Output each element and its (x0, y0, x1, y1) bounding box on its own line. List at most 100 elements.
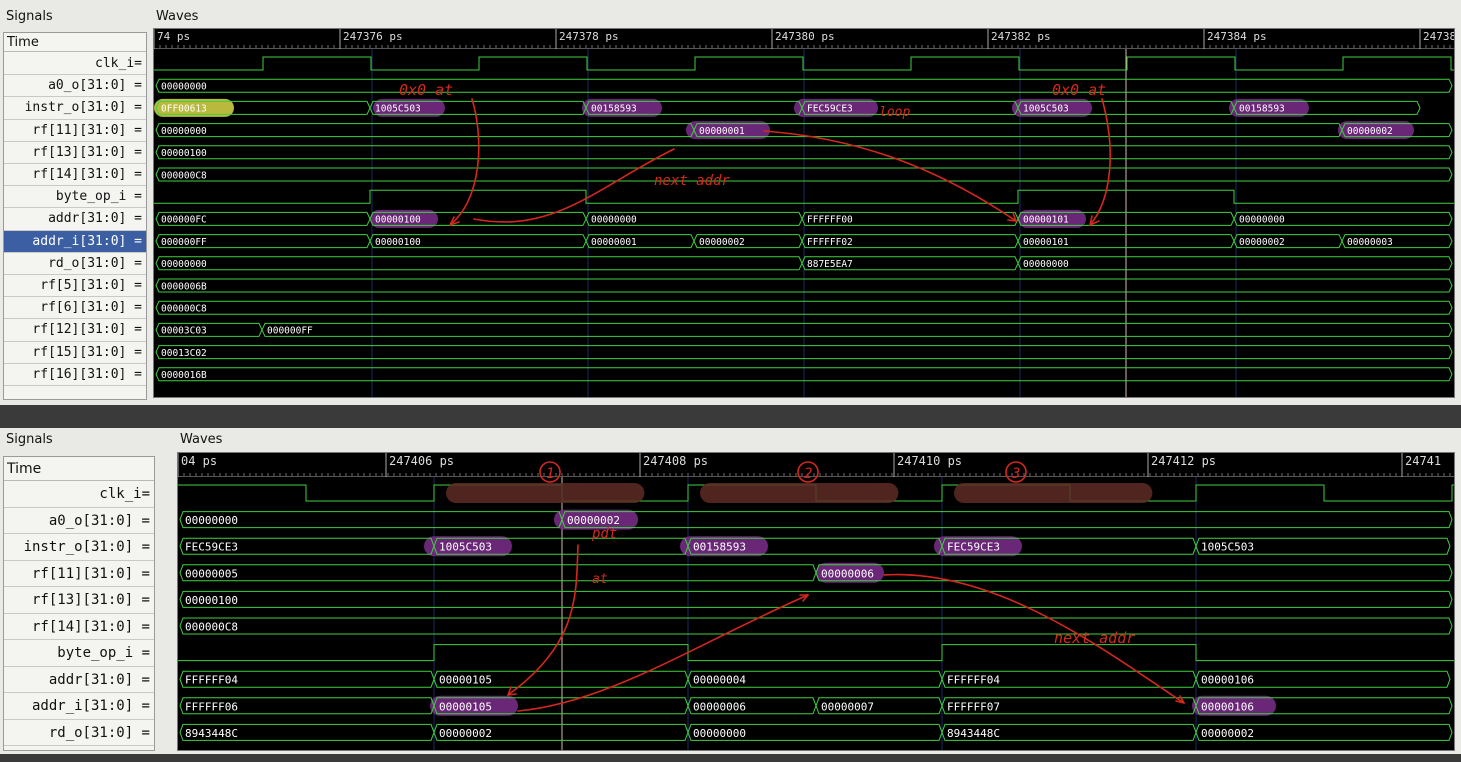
bus-value: 00000002 (1239, 237, 1285, 248)
signal-name[interactable]: rf[11][31:0] = (4, 120, 146, 142)
bus-value: 00000101 (1023, 237, 1069, 248)
signal-name[interactable]: byte_op_i = (4, 640, 154, 667)
signal-name[interactable]: a0_o[31:0] = (4, 508, 154, 534)
signal-name[interactable]: clk_i= (4, 53, 146, 76)
signal-name[interactable]: rd_o[31:0] = (4, 253, 146, 275)
scribble-mark (446, 483, 645, 503)
bus-value: 00000100 (375, 237, 421, 248)
waves-group-title: Waves (154, 9, 201, 24)
bus-segment (179, 617, 1453, 635)
bus-value: 00000000 (161, 126, 207, 137)
signal-name[interactable]: addr_i[31:0] = (4, 230, 146, 253)
annotation-arrow (763, 130, 1017, 222)
bus-value: 00000000 (161, 81, 207, 92)
bus-value: 00000005 (185, 567, 238, 580)
annotation-text: 0x0 at (1052, 81, 1106, 99)
bus-value: 00000105 (439, 700, 492, 713)
signal-name[interactable]: addr[31:0] = (4, 667, 154, 693)
signals-list[interactable]: Time clk_i= a0_o[31:0] = instr_o[31:0] = rf… (3, 456, 155, 751)
signal-name[interactable]: instr_o[31:0] = (4, 534, 154, 561)
ruler-label: 247384 ps (1207, 30, 1267, 43)
bus-value: 00000006 (693, 700, 746, 713)
annotation-text: at (592, 572, 608, 587)
signal-name[interactable]: rf[14][31:0] = (4, 614, 154, 640)
signal-name[interactable]: rf[13][31:0] = (4, 142, 146, 164)
signal-name[interactable]: rf[12][31:0] = (4, 319, 146, 342)
ruler-label: 247406 ps (389, 454, 454, 468)
ruler-label: 04 ps (181, 454, 217, 468)
signal-name[interactable]: rf[6][31:0] = (4, 297, 146, 320)
waves-canvas[interactable]: 74 ps 247376 ps 247378 ps 247380 ps 247382 p… (153, 28, 1455, 398)
bus-value: 00000001 (591, 237, 637, 248)
signal-name[interactable]: rf[15][31:0] = (4, 342, 146, 364)
bus-value: 00000101 (1023, 215, 1069, 226)
waves-svg: 74 ps 247376 ps 247378 ps 247380 ps 247382 p… (154, 29, 1454, 397)
bus-value: 00013C02 (161, 348, 207, 359)
bus-value: 887E5EA7 (807, 259, 853, 270)
bus-value: 1005C503 (375, 104, 421, 115)
bus-value: 00000000 (1023, 259, 1069, 270)
signal-name[interactable]: rd_o[31:0] = (4, 720, 154, 746)
signal-name[interactable]: addr[31:0] = (4, 208, 146, 231)
signal-name[interactable]: rf[11][31:0] = (4, 561, 154, 587)
scribble-mark (700, 483, 899, 503)
signal-name[interactable]: a0_o[31:0] = (4, 75, 146, 98)
annotation-arrow (1089, 215, 1100, 226)
bus-value: 00000006 (821, 567, 874, 580)
bus-value: 0FF00613 (161, 104, 207, 115)
ruler-label: 24741 (1405, 454, 1441, 468)
bus-segment (261, 322, 1453, 337)
bus-value: 00158593 (693, 541, 746, 554)
bus-value: 00158593 (1239, 104, 1285, 115)
bus-value: 000000FF (267, 326, 313, 337)
bus-value: 00003C03 (161, 326, 207, 337)
annotation-arrow (883, 573, 1185, 704)
ruler-label: 247376 ps (343, 30, 403, 43)
bus-value: 000000C8 (161, 170, 207, 181)
bus-value: 1005C503 (439, 541, 492, 554)
annotation-text: loop (879, 105, 910, 120)
bus-value: 00000000 (161, 259, 207, 270)
signal-name[interactable]: rf[16][31:0] = (4, 364, 146, 386)
bus-value: 00000000 (591, 215, 637, 226)
signal-name[interactable]: byte_op_i = (4, 186, 146, 209)
time-header: Time (4, 33, 146, 52)
bus-value: 00000100 (375, 215, 421, 226)
annotation-text: 2 (804, 466, 812, 482)
signal-name[interactable]: instr_o[31:0] = (4, 97, 146, 120)
ruler-label: 247408 ps (643, 454, 708, 468)
top-waveform-panel: Signals Waves Time clk_i= a0_o[31:0] = ins… (0, 0, 1461, 405)
bus-value: 00000100 (161, 148, 207, 159)
bus-value: 8943448C (947, 727, 1000, 740)
annotation-text: next addr (654, 173, 730, 189)
ruler-label: 247382 ps (991, 30, 1051, 43)
ruler-label: 247380 ps (775, 30, 835, 43)
ruler-label: 74 ps (157, 30, 190, 43)
bus-value: 00000001 (699, 126, 745, 137)
bus-segment (1017, 256, 1453, 271)
waves-canvas[interactable]: 04 ps 247406 ps 247408 ps 247410 ps 247412 p… (177, 452, 1455, 751)
bus-segment (179, 564, 817, 582)
annotation-text: 1 (546, 466, 554, 482)
bus-segment (179, 590, 1453, 608)
bus-value: FFFFFF06 (185, 700, 238, 713)
time-header: Time (4, 457, 154, 481)
signal-name[interactable]: addr_i[31:0] = (4, 693, 154, 720)
signal-name[interactable]: rf[14][31:0] = (4, 164, 146, 187)
bus-value: 00000100 (185, 594, 238, 607)
signals-list[interactable]: Time clk_i= a0_o[31:0] = instr_o[31:0] = rf… (3, 32, 147, 400)
signals-group-title: Signals (4, 432, 55, 447)
signal-name[interactable]: rf[5][31:0] = (4, 275, 146, 298)
annotation-arrow (507, 686, 517, 696)
annotation-text: pdt (591, 526, 617, 542)
signal-name[interactable]: clk_i= (4, 481, 154, 508)
ruler-label: 247378 ps (559, 30, 619, 43)
annotation-arrow (449, 98, 480, 226)
bus-value: 00000003 (1347, 237, 1393, 248)
bus-value: 00000106 (1201, 700, 1254, 713)
bus-value: 000000C8 (161, 303, 207, 314)
bus-value: 00000000 (1239, 215, 1285, 226)
bus-value: FFFFFF04 (947, 674, 1000, 687)
signal-name[interactable]: rf[13][31:0] = (4, 587, 154, 614)
bus-value: 00000000 (693, 727, 746, 740)
